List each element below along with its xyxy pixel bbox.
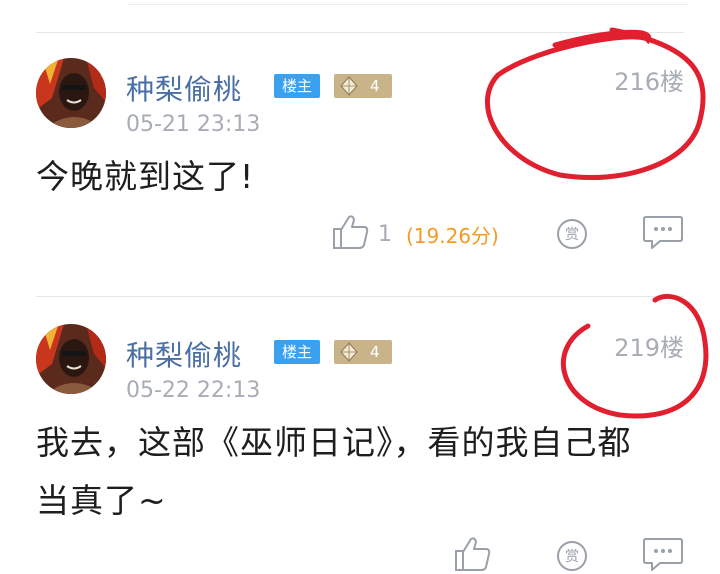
post-timestamp: 05-22 22:13 [126,378,261,403]
comment-bubble-icon[interactable] [642,214,684,250]
thumbs-up-icon[interactable] [332,214,370,250]
post-timestamp: 05-21 23:13 [126,112,261,137]
post-content-line-2: 当真了~ [36,481,167,520]
previous-post-remnant [128,0,688,5]
level-number: 4 [370,77,380,95]
post-divider [36,32,684,33]
floor-number: 216楼 [614,68,684,96]
svg-text:赏: 赏 [565,227,579,243]
post-content-line-1: 我去，这部《巫师日记》，看的我自己都 [36,423,632,462]
avatar[interactable] [36,58,106,128]
gem-icon [340,76,358,96]
post-content: 今晚就到这了! [36,157,255,196]
reward-coin-icon[interactable]: 赏 [556,218,588,250]
avatar[interactable] [36,324,106,394]
username[interactable]: 种梨偷桃 [126,334,242,374]
level-number: 4 [370,343,380,361]
username[interactable]: 种梨偷桃 [126,68,242,108]
post-divider [36,296,684,297]
level-badge: 4 [334,74,392,98]
like-count: 1 [378,222,392,247]
comment-bubble-icon[interactable] [642,536,684,572]
gem-icon [340,342,358,362]
reward-coin-icon[interactable]: 赏 [556,540,588,572]
thumbs-up-icon[interactable] [454,536,492,572]
owner-badge: 楼主 [274,74,320,98]
level-badge: 4 [334,340,392,364]
svg-text:赏: 赏 [565,549,579,565]
floor-number: 219楼 [614,334,684,362]
owner-badge: 楼主 [274,340,320,364]
score-label: (19.26分) [406,224,499,248]
